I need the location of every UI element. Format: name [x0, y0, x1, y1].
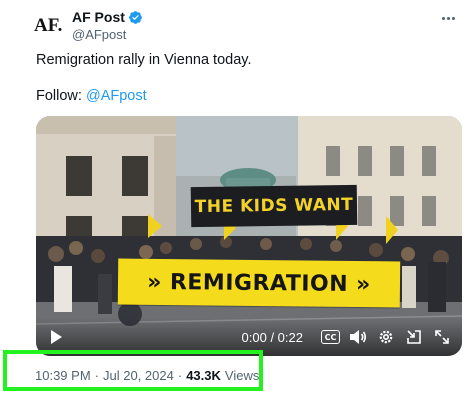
- captions-icon[interactable]: CC: [321, 330, 340, 344]
- video-controls: 0:00 / 0:22 CC: [36, 318, 462, 356]
- tweet-time[interactable]: 10:39 PM: [35, 368, 91, 383]
- chevron-right-icon: »: [355, 271, 371, 297]
- video-time: 0:00 / 0:22: [241, 329, 303, 345]
- meta-separator: ·: [177, 368, 183, 383]
- volume-icon[interactable]: [348, 327, 368, 347]
- author-name[interactable]: AF Post: [72, 9, 143, 25]
- views-label: Views: [224, 368, 260, 383]
- settings-gear-icon[interactable]: [376, 327, 396, 347]
- tweet-text: Remigration rally in Vienna today.: [36, 52, 252, 68]
- tweet-meta: 10:39 PM · Jul 20, 2024 · 43.3K Views: [35, 368, 259, 383]
- more-options-icon[interactable]: [438, 10, 458, 26]
- chevron-right-icon: »: [147, 269, 163, 295]
- avatar[interactable]: AF.: [34, 12, 68, 40]
- fullscreen-icon[interactable]: [432, 327, 452, 347]
- meta-separator: ·: [94, 368, 99, 383]
- banner-main-text: REMIGRATION: [169, 269, 349, 297]
- banner-main: » REMIGRATION »: [117, 258, 401, 308]
- author-handle[interactable]: @AFpost: [72, 27, 126, 42]
- author-name-text[interactable]: AF Post: [72, 9, 125, 25]
- tweet-follow-line: Follow: @AFpost: [36, 88, 147, 104]
- banner-top: THE KIDS WANT: [190, 184, 358, 228]
- verified-badge-icon: [128, 10, 142, 24]
- play-icon[interactable]: [46, 327, 66, 347]
- picture-in-picture-icon[interactable]: [404, 327, 424, 347]
- video-player[interactable]: THE KIDS WANT » REMIGRATION » 0:00 / 0:2…: [36, 116, 462, 356]
- mention-link[interactable]: @AFpost: [86, 88, 147, 104]
- views-count: 43.3K: [186, 368, 221, 383]
- follow-label: Follow:: [36, 88, 82, 104]
- tweet-date[interactable]: Jul 20, 2024: [103, 368, 174, 383]
